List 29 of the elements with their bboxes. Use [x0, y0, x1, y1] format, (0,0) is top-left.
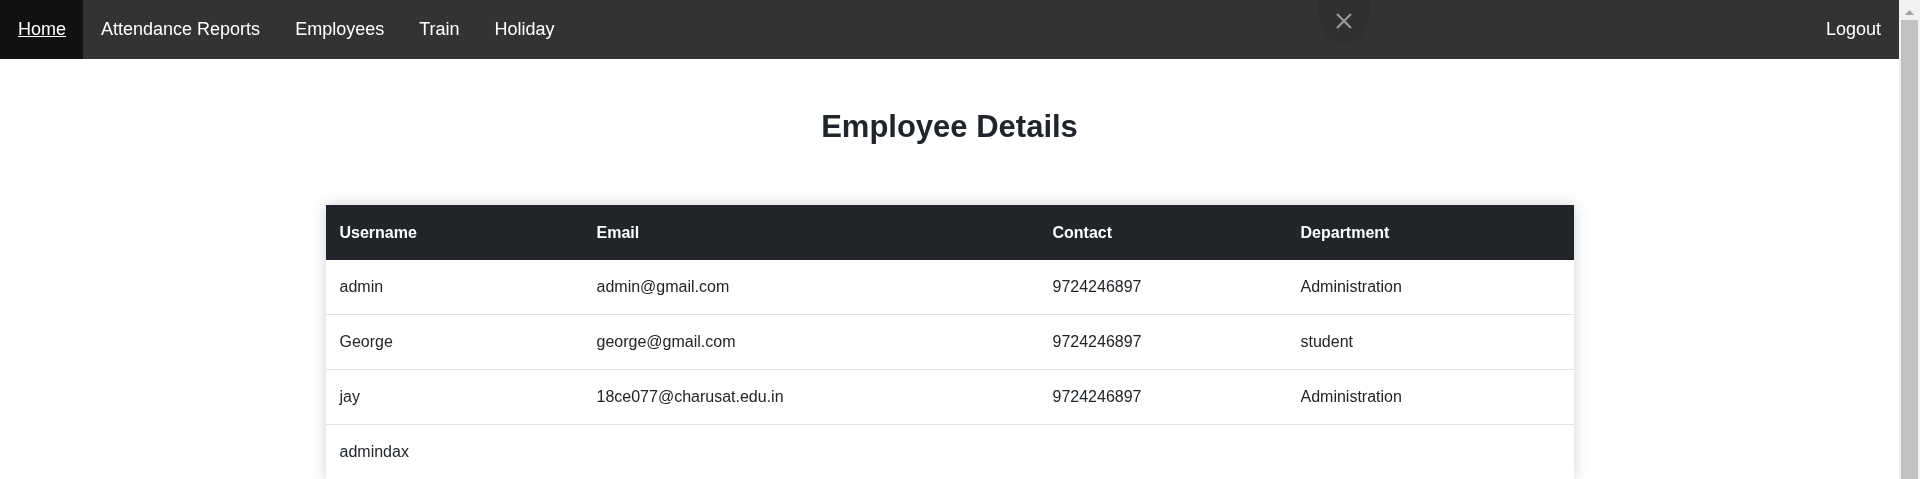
scrollbar[interactable]: [1899, 0, 1920, 479]
table-cell-text: George: [338, 333, 394, 351]
table-cell-text: student: [1299, 333, 1354, 351]
table-cell-text: 9724246897: [1051, 333, 1143, 351]
logout-link[interactable]: Logout: [1807, 0, 1899, 59]
nav-link[interactable]: Attendance Reports: [83, 0, 278, 59]
column-header: Department: [1299, 223, 1391, 242]
table-cell-text: george@gmail.com: [595, 333, 737, 351]
table-cell-text: jay: [338, 388, 361, 406]
table-cell-text: admin: [338, 278, 385, 296]
table-cell-text: 9724246897: [1051, 388, 1143, 406]
scroll-up-icon[interactable]: [1905, 10, 1914, 15]
close-button[interactable]: [1318, 0, 1369, 42]
page-title: Employee Details: [821, 108, 1078, 146]
close-icon: [1335, 13, 1352, 29]
table-cell-text: Administration: [1299, 278, 1403, 296]
table-cell-text: admindax: [338, 443, 410, 461]
nav-link[interactable]: Holiday: [476, 0, 572, 59]
nav-link[interactable]: Home: [0, 0, 83, 59]
nav-link[interactable]: Employees: [277, 0, 402, 59]
column-header: Username: [338, 223, 418, 242]
table-cell-text: Administration: [1299, 388, 1403, 406]
table-cell-text: 18ce077@charusat.edu.in: [595, 388, 785, 406]
table-cell-text: 9724246897: [1051, 278, 1143, 296]
scrollbar-thumb[interactable]: [1901, 20, 1918, 479]
table-cell-text: admin@gmail.com: [595, 278, 731, 296]
nav-link[interactable]: Train: [401, 0, 477, 59]
column-header: Contact: [1051, 223, 1114, 242]
column-header: Email: [595, 223, 641, 242]
